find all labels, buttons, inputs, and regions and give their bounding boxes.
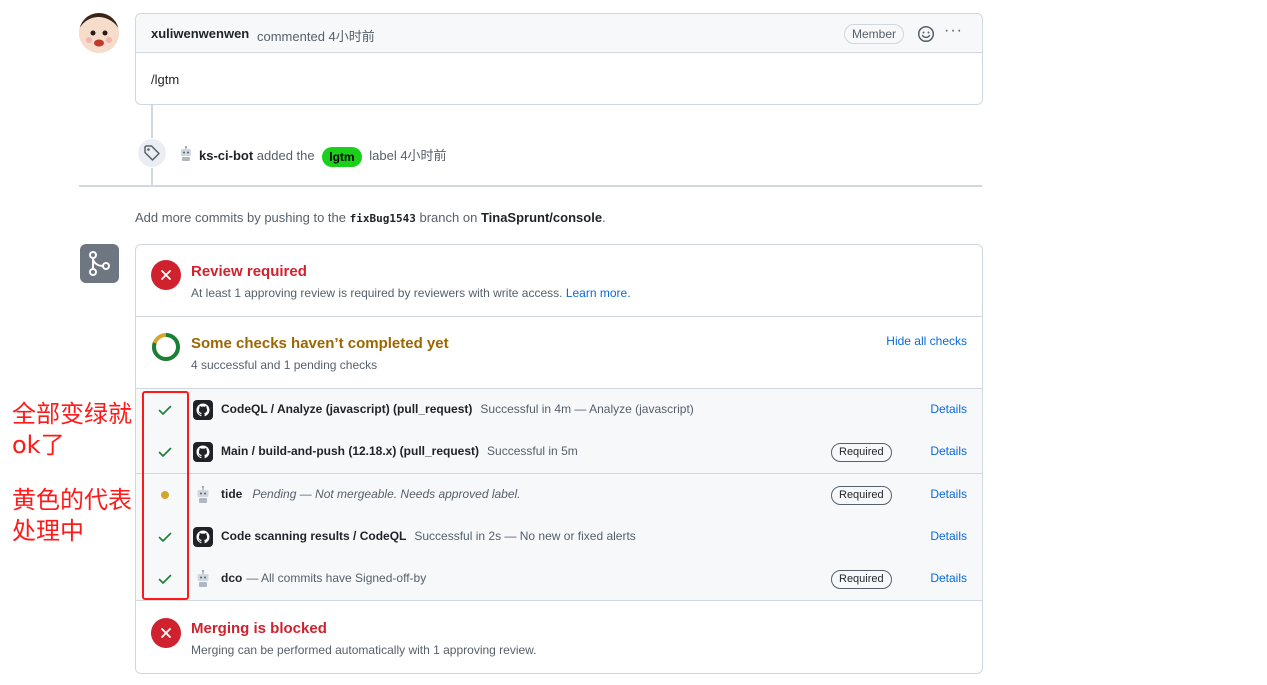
details-link[interactable]: Details — [930, 444, 967, 458]
comment-box: xuliwenwenwen commented 4小时前 Member ··· … — [135, 13, 983, 105]
more-options-icon[interactable]: ··· — [944, 22, 966, 40]
hide-all-checks-link[interactable]: Hide all checks — [886, 334, 967, 348]
timeline-divider — [79, 185, 982, 187]
check-description: Pending — Not mergeable. Needs approved … — [252, 487, 521, 501]
tag-icon — [137, 138, 167, 168]
repo-link[interactable]: TinaSprunt/console — [481, 210, 602, 225]
merging-blocked-title: Merging is blocked — [191, 620, 327, 637]
review-required-section: Review required At least 1 approving rev… — [136, 245, 982, 317]
merge-status-box: Review required At least 1 approving rev… — [135, 244, 983, 674]
avatar-image — [79, 13, 119, 53]
check-text: tide Pending — Not mergeable. Needs appro… — [221, 487, 521, 501]
bot-icon — [193, 569, 213, 589]
check-name: dco — [221, 571, 243, 585]
add-reaction-icon[interactable] — [917, 25, 935, 43]
check-description: — All commits have Signed-off-by — [246, 571, 427, 585]
annotation-line-4: 处理中 — [12, 517, 84, 545]
check-name: Main / build-and-push (12.18.x) (pull_re… — [221, 444, 480, 458]
checks-subtitle: 4 successful and 1 pending checks — [191, 358, 378, 372]
check-text: dco — All commits have Signed-off-by — [221, 571, 426, 585]
check-row: Code scanning results / CodeQL Successful… — [136, 516, 982, 559]
x-circle-icon — [151, 260, 181, 290]
branch-name: fixBug1543 — [349, 212, 416, 225]
required-badge: Required — [831, 486, 892, 505]
review-required-subtitle: At least 1 approving review is required … — [191, 286, 631, 300]
comment-author[interactable]: xuliwenwenwen — [151, 26, 249, 41]
check-row: Main / build-and-push (12.18.x) (pull_re… — [136, 431, 982, 474]
check-name: tide — [221, 487, 243, 501]
git-merge-icon — [80, 244, 119, 283]
required-badge: Required — [831, 443, 892, 462]
check-name: CodeQL / Analyze (javascript) (pull_requ… — [221, 402, 473, 416]
check-description: Successful in 5m — [487, 444, 578, 458]
merging-blocked-section: Merging is blocked Merging can be perfor… — [136, 602, 982, 673]
push-note-middle: branch on — [419, 210, 478, 225]
annotation-line-2: ok了 — [12, 431, 65, 459]
details-link[interactable]: Details — [930, 529, 967, 543]
github-icon — [193, 442, 213, 462]
checks-title: Some checks haven’t completed yet — [191, 335, 449, 352]
x-circle-icon — [151, 618, 181, 648]
required-badge: Required — [831, 570, 892, 589]
label-event: ks-ci-bot added the lgtm label 4小时前 — [199, 145, 447, 167]
review-required-text: At least 1 approving review is required … — [191, 286, 563, 300]
bot-icon — [193, 485, 213, 505]
annotation-line-3: 黄色的代表 — [12, 486, 132, 514]
check-row: CodeQL / Analyze (javascript) (pull_requ… — [136, 389, 982, 432]
event-text-before: added the — [256, 148, 315, 163]
learn-more-link[interactable]: Learn more. — [566, 286, 631, 300]
github-icon — [193, 400, 213, 420]
check-text: Code scanning results / CodeQL Successful… — [221, 529, 636, 543]
comment-timestamp[interactable]: commented 4小时前 — [257, 26, 375, 45]
push-note: Add more commits by pushing to the fixBu… — [135, 210, 606, 225]
review-required-title: Review required — [191, 263, 307, 280]
details-link[interactable]: Details — [930, 402, 967, 416]
checks-summary-section: Some checks haven’t completed yet 4 succ… — [136, 317, 982, 389]
push-note-prefix: Add more commits by pushing to the — [135, 210, 346, 225]
check-text: Main / build-and-push (12.18.x) (pull_re… — [221, 444, 578, 458]
comment-header: xuliwenwenwen commented 4小时前 Member ··· — [136, 14, 982, 53]
event-text-after[interactable]: label 4小时前 — [369, 148, 446, 163]
details-link[interactable]: Details — [930, 487, 967, 501]
push-note-suffix: . — [602, 210, 606, 225]
check-row: dco — All commits have Signed-off-by Requi… — [136, 558, 982, 601]
annotation-highlight-box — [142, 391, 189, 600]
github-icon — [193, 527, 213, 547]
progress-ring-icon — [151, 332, 181, 362]
comment-body: /lgtm — [151, 72, 180, 87]
annotation-line-1: 全部变绿就 — [12, 400, 132, 428]
member-badge: Member — [844, 24, 905, 44]
check-description: Successful in 2s — No new or fixed alert… — [414, 529, 636, 543]
check-description: Successful in 4m — Analyze (javascript) — [480, 402, 694, 416]
lgtm-label[interactable]: lgtm — [322, 146, 362, 167]
commenter-avatar[interactable] — [79, 13, 119, 53]
event-actor[interactable]: ks-ci-bot — [199, 148, 253, 163]
merging-blocked-subtitle: Merging can be performed automatically w… — [191, 643, 537, 657]
check-name: Code scanning results / CodeQL — [221, 529, 407, 543]
check-row: tide Pending — Not mergeable. Needs appro… — [136, 474, 982, 517]
check-text: CodeQL / Analyze (javascript) (pull_requ… — [221, 402, 694, 416]
bot-avatar-icon[interactable] — [179, 146, 193, 165]
details-link[interactable]: Details — [930, 571, 967, 585]
